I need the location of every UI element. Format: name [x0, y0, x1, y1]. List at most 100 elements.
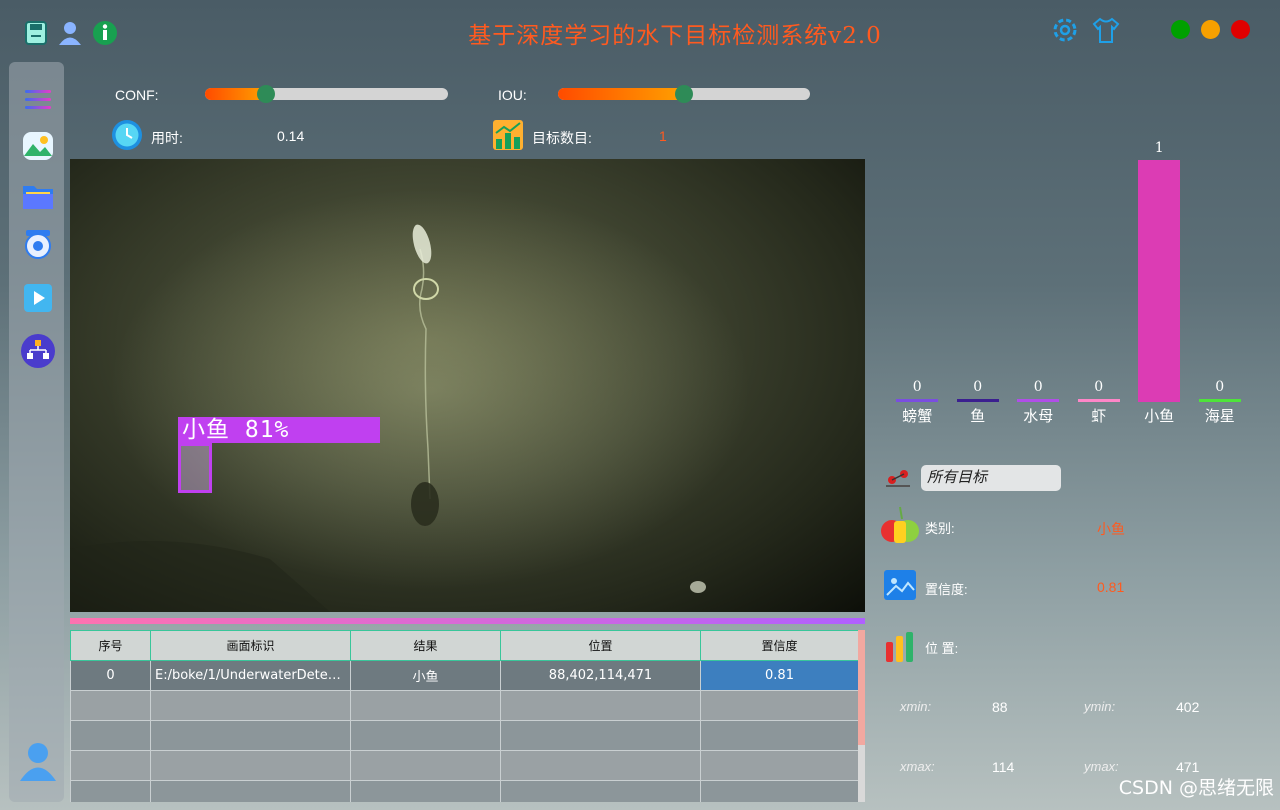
watermark: CSDN @思绪无限 — [1118, 777, 1274, 799]
chart-value-label: 0 — [912, 379, 922, 395]
table-cell[interactable] — [150, 690, 351, 721]
table-header-row: 序号 画面标识 结果 位置 置信度 — [70, 630, 859, 661]
target-select[interactable]: 所有目标 — [921, 465, 1061, 491]
folder-icon[interactable] — [22, 180, 54, 212]
table-cell[interactable] — [350, 750, 501, 781]
camera-icon[interactable] — [22, 228, 54, 260]
table-cell[interactable] — [70, 690, 151, 721]
app-title: 基于深度学习的水下目标检测系统v2.0 — [468, 23, 882, 49]
table-scrollbar-thumb[interactable] — [858, 630, 865, 745]
save-icon[interactable] — [23, 20, 49, 46]
table-cell[interactable] — [500, 780, 701, 802]
chart-bar — [956, 399, 999, 402]
ymin-value: 402 — [1176, 699, 1200, 715]
table-cell[interactable] — [700, 720, 859, 751]
table-cell[interactable] — [500, 690, 701, 721]
table-cell[interactable]: 88,402,114,471 — [500, 660, 701, 691]
iou-label: IOU: — [498, 87, 527, 103]
table-cell[interactable]: E:/boke/1/UnderwaterDetect... — [150, 660, 351, 691]
table-cell[interactable] — [500, 750, 701, 781]
count-label: 目标数目: — [532, 130, 592, 146]
col-header-result[interactable]: 结果 — [350, 630, 501, 661]
table-cell[interactable] — [150, 720, 351, 751]
position-icon — [884, 630, 916, 664]
chart-value-label: 0 — [973, 379, 983, 395]
category-icon — [880, 505, 920, 547]
minimize-button[interactable] — [1171, 20, 1190, 39]
conf-slider[interactable] — [205, 85, 448, 103]
chart-value-label: 1 — [1154, 140, 1164, 156]
settings-icon[interactable] — [1050, 15, 1080, 45]
ymax-label: ymax: — [1084, 759, 1119, 774]
count-value: 1 — [659, 128, 667, 144]
table-cell[interactable] — [700, 780, 859, 802]
iou-slider-handle[interactable] — [675, 85, 693, 103]
chart-bar — [1198, 399, 1241, 402]
ymin-label: ymin: — [1084, 699, 1116, 714]
result-table: 序号 画面标识 结果 位置 置信度 0 E:/boke/1/Underwater… — [70, 630, 865, 802]
user-avatar-icon[interactable] — [17, 740, 59, 782]
chart-value-label: 0 — [1215, 379, 1225, 395]
table-cell[interactable] — [500, 720, 701, 751]
conf-label: CONF: — [115, 87, 159, 103]
table-cell[interactable] — [700, 690, 859, 721]
video-icon[interactable] — [22, 282, 54, 314]
position-label: 位 置: — [925, 641, 959, 656]
conf-slider-handle[interactable] — [257, 85, 275, 103]
chart-bar — [1017, 399, 1060, 402]
iou-slider[interactable] — [558, 85, 810, 103]
table-cell[interactable] — [70, 720, 151, 751]
chart-category-label: 虾 — [1091, 407, 1107, 425]
chart-icon — [492, 119, 524, 151]
chart-category-label: 鱼 — [970, 407, 986, 425]
sidebar — [9, 62, 64, 802]
class-label: 类别: — [925, 521, 955, 536]
table-row[interactable] — [70, 780, 859, 802]
table-cell[interactable] — [70, 780, 151, 802]
table-cell[interactable] — [350, 690, 501, 721]
skin-icon[interactable] — [1091, 15, 1121, 45]
confidence-label: 置信度: — [925, 582, 968, 597]
col-header-confidence[interactable]: 置信度 — [700, 630, 859, 661]
image-divider — [70, 618, 865, 624]
target-icon — [884, 466, 912, 490]
table-row[interactable] — [70, 690, 859, 721]
user-icon[interactable] — [57, 20, 83, 46]
col-header-source[interactable]: 画面标识 — [150, 630, 351, 661]
col-header-index[interactable]: 序号 — [70, 630, 151, 661]
table-cell[interactable]: 0.81 — [700, 660, 859, 691]
xmax-value: 114 — [992, 759, 1015, 775]
table-cell[interactable] — [350, 780, 501, 802]
time-value: 0.14 — [277, 128, 305, 144]
table-cell[interactable] — [700, 750, 859, 781]
time-label: 用时: — [151, 130, 183, 146]
table-row[interactable] — [70, 720, 859, 751]
info-icon[interactable] — [92, 20, 118, 46]
table-cell[interactable]: 0 — [70, 660, 151, 691]
confidence-icon — [884, 570, 916, 600]
class-value: 小鱼 — [1097, 521, 1125, 537]
menu-icon[interactable] — [22, 84, 54, 116]
chart-bar — [1077, 399, 1120, 402]
clock-icon — [111, 119, 143, 151]
maximize-button[interactable] — [1201, 20, 1220, 39]
col-header-position[interactable]: 位置 — [500, 630, 701, 661]
close-button[interactable] — [1231, 20, 1250, 39]
detection-label: 小鱼 81% — [178, 417, 380, 443]
chart-bar — [896, 399, 939, 402]
xmin-label: xmin: — [900, 699, 932, 714]
table-row[interactable]: 0 E:/boke/1/UnderwaterDetect... 小鱼 88,40… — [70, 660, 859, 691]
table-cell[interactable] — [70, 750, 151, 781]
table-cell[interactable] — [350, 720, 501, 751]
image-icon[interactable] — [22, 130, 54, 162]
xmax-label: xmax: — [900, 759, 935, 774]
table-row[interactable] — [70, 750, 859, 781]
chart-bar — [1138, 160, 1181, 402]
chart-value-label: 0 — [1033, 379, 1043, 395]
table-cell[interactable]: 小鱼 — [350, 660, 501, 691]
iou-slider-fill — [558, 88, 684, 100]
table-cell[interactable] — [150, 750, 351, 781]
model-icon[interactable] — [20, 333, 56, 369]
underwater-scene — [70, 189, 750, 612]
table-cell[interactable] — [150, 780, 351, 802]
